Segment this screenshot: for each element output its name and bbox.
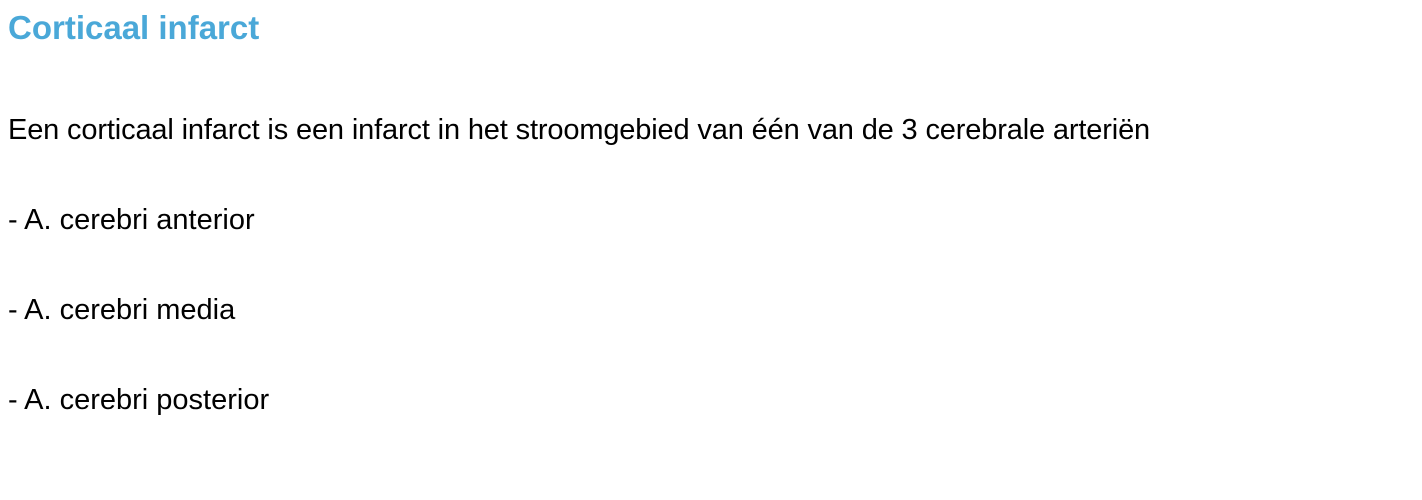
artery-list: - A. cerebri anterior - A. cerebri media… xyxy=(8,200,269,470)
intro-paragraph: Een corticaal infarct is een infarct in … xyxy=(8,114,1151,146)
list-item-artery-anterior: - A. cerebri anterior xyxy=(8,204,255,236)
document-page: Corticaal infarct Een corticaal infarct … xyxy=(8,0,1414,500)
list-item-artery-media: - A. cerebri media xyxy=(8,294,236,326)
list-item-artery-posterior: - A. cerebri posterior xyxy=(8,384,270,416)
page-title: Corticaal infarct xyxy=(8,9,260,46)
